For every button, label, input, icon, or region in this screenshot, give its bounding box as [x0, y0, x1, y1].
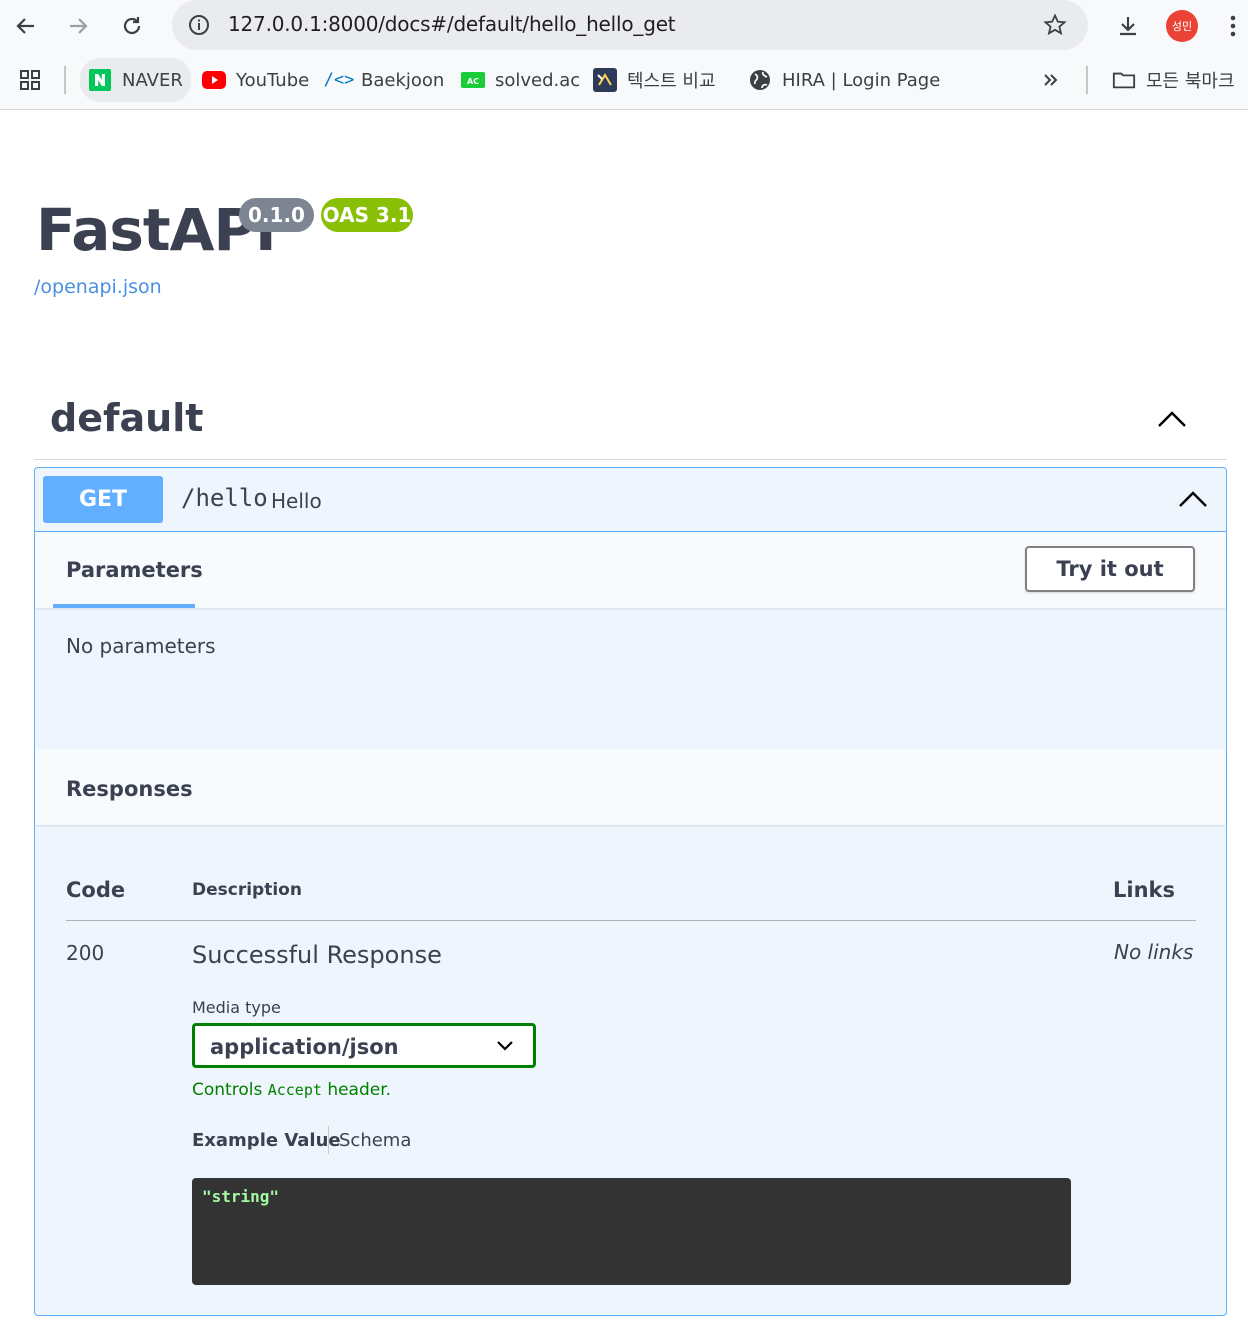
apps-button[interactable] — [18, 58, 42, 102]
tab-parameters[interactable]: Parameters — [53, 532, 203, 608]
tag-name[interactable]: default — [50, 396, 203, 440]
bookmark-text-compare[interactable]: 텍스트 비교 — [593, 58, 716, 102]
apps-grid-icon — [20, 70, 40, 90]
download-icon — [1120, 17, 1136, 36]
tab-schema[interactable]: Schema — [339, 1130, 411, 1151]
column-header-links: Links — [1113, 878, 1175, 902]
media-type-select[interactable]: application/json — [192, 1023, 536, 1068]
youtube-icon — [202, 68, 226, 92]
version-badge: 0.1.0 — [239, 198, 314, 232]
api-title: FastAPI — [36, 196, 277, 264]
reload-button[interactable] — [114, 8, 150, 44]
code-brackets-icon: /<> — [323, 70, 355, 90]
column-header-code: Code — [66, 878, 126, 902]
more-bookmarks-button[interactable] — [1040, 58, 1062, 102]
url-text[interactable]: 127.0.0.1:8000/docs#/default/hello_hello… — [228, 12, 676, 36]
example-code-block[interactable]: "string" — [192, 1178, 1071, 1285]
parameters-header: Parameters Try it out — [35, 532, 1226, 608]
controls-accept-note: Controls Accept header. — [192, 1080, 392, 1100]
browser-menu-button[interactable] — [1218, 8, 1248, 44]
reload-icon — [123, 17, 141, 35]
openapi-json-link[interactable]: /openapi.json — [34, 276, 162, 298]
text-compare-icon — [593, 68, 617, 92]
try-it-out-button[interactable]: Try it out — [1025, 546, 1195, 592]
bookmark-solvedac[interactable]: AC solved.ac — [461, 58, 580, 102]
bookmark-hira[interactable]: HIRA | Login Page — [748, 58, 940, 102]
bookmarks-divider — [64, 66, 66, 94]
browser-toolbar: 127.0.0.1:8000/docs#/default/hello_hello… — [0, 0, 1248, 52]
solvedac-icon: AC — [461, 68, 485, 92]
svg-text:AC: AC — [467, 77, 479, 86]
address-bar[interactable]: 127.0.0.1:8000/docs#/default/hello_hello… — [172, 0, 1088, 50]
bookmarks-divider — [1086, 66, 1088, 94]
chevron-down-icon — [495, 1036, 515, 1056]
bookmarks-bar: NAVER YouTube /<> Baekjoon AC solved.ac … — [0, 52, 1248, 110]
operation-summary[interactable]: GET /hello Hello — [35, 468, 1226, 532]
site-info-icon[interactable] — [186, 12, 212, 38]
active-tab-indicator — [53, 604, 195, 608]
collapse-chevron-icon[interactable] — [1176, 482, 1210, 516]
tab-parameters-label: Parameters — [66, 558, 203, 582]
bookmark-naver[interactable]: NAVER — [80, 58, 191, 102]
responses-title: Responses — [66, 777, 193, 801]
example-json: "string" — [202, 1187, 280, 1206]
response-status-code: 200 — [66, 941, 105, 965]
all-bookmarks-folder[interactable]: 모든 북마크 — [1112, 58, 1235, 102]
operation-get-hello: GET /hello Hello Parameters Try it out N… — [34, 467, 1227, 1316]
naver-icon — [88, 68, 112, 92]
tab-divider — [328, 1126, 329, 1154]
downloads-button[interactable] — [1110, 8, 1146, 44]
column-header-description: Description — [192, 880, 302, 900]
oas-badge: OAS 3.1 — [321, 198, 413, 232]
no-parameters-text: No parameters — [66, 634, 216, 658]
operation-summary-text[interactable]: Hello — [271, 489, 322, 513]
response-links: No links — [1114, 940, 1194, 964]
bookmark-star-icon[interactable] — [1042, 12, 1068, 38]
table-divider — [66, 920, 1196, 921]
tab-example-value[interactable]: Example Value — [192, 1130, 341, 1151]
folder-icon — [1112, 68, 1136, 92]
http-method-badge[interactable]: GET — [43, 476, 163, 523]
bookmark-youtube[interactable]: YouTube — [202, 58, 309, 102]
kebab-menu-icon — [1230, 15, 1236, 37]
responses-header: Responses — [35, 749, 1226, 825]
response-description: Successful Response — [192, 941, 442, 969]
tag-section-default[interactable]: default — [34, 380, 1227, 460]
profile-avatar[interactable]: 성민 — [1166, 10, 1198, 42]
double-chevron-right-icon — [1044, 74, 1058, 86]
back-button[interactable] — [8, 8, 44, 44]
bookmark-baekjoon[interactable]: /<> Baekjoon — [323, 58, 445, 102]
forward-arrow-icon — [70, 18, 88, 34]
media-type-value: application/json — [210, 1035, 399, 1059]
back-arrow-icon — [16, 18, 34, 34]
collapse-chevron-icon[interactable] — [1155, 402, 1189, 436]
globe-icon — [748, 68, 772, 92]
forward-button[interactable] — [60, 8, 96, 44]
operation-path[interactable]: /hello — [181, 484, 268, 512]
media-type-label: Media type — [192, 998, 281, 1017]
